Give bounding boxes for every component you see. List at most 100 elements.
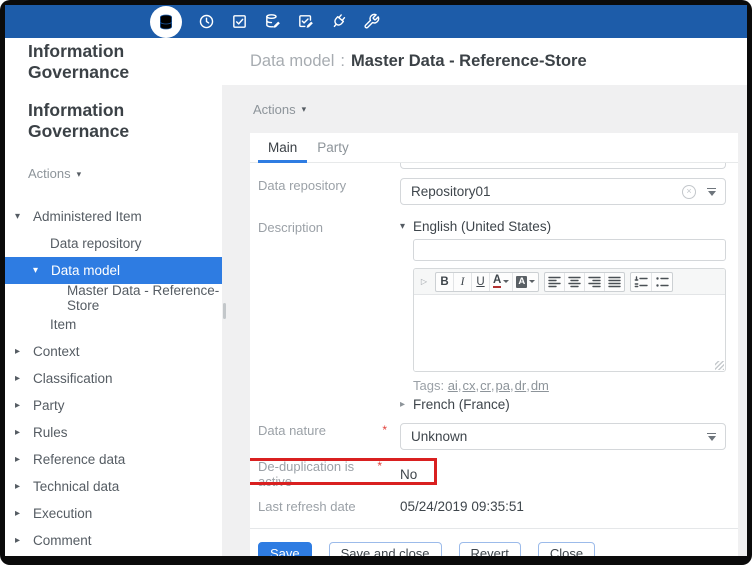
chevron-down-icon — [503, 280, 509, 283]
tag-link[interactable]: dm — [531, 378, 549, 393]
ordered-list-icon[interactable] — [631, 273, 652, 291]
tag-link[interactable]: pa — [496, 378, 515, 393]
chevron-down-icon: ▾ — [302, 104, 307, 115]
align-right-icon[interactable] — [585, 273, 605, 291]
breadcrumb: Data model:Master Data - Reference-Store — [250, 52, 587, 71]
sidebar-item-execution[interactable]: ▸ Execution — [5, 500, 222, 527]
field-label: Description — [258, 219, 400, 412]
tag-link[interactable]: dr — [515, 378, 531, 393]
sidebar-item-context[interactable]: ▸ Context — [5, 338, 222, 365]
sidebar-item-item[interactable]: Item — [5, 311, 222, 338]
language-group-english[interactable]: ▾ English (United States) — [400, 219, 726, 234]
tag-link[interactable]: cx — [462, 378, 480, 393]
chevron-right-icon: ▸ — [15, 427, 28, 438]
chevron-down-icon: ▾ — [15, 211, 28, 222]
field-row-dedup: De-duplication is active * No — [258, 462, 730, 486]
breadcrumb-separator: : — [340, 52, 345, 70]
field-label: De-duplication is active * — [258, 459, 400, 489]
required-asterisk: * — [377, 459, 382, 489]
sidebar-item-data-repository[interactable]: Data repository — [5, 230, 222, 257]
rich-text-toolbar: ▷ B I U A A — [414, 269, 725, 295]
app-window: Information Governance Data model:Master… — [5, 5, 747, 556]
list-button-group — [630, 272, 673, 292]
chevron-right-icon: ▸ — [15, 346, 28, 357]
italic-button[interactable]: I — [454, 273, 472, 291]
field-label: Data nature * — [258, 423, 400, 450]
clear-icon[interactable]: × — [682, 185, 696, 199]
record-form: Data repository Repository01 × — [250, 163, 738, 556]
sidebar-actions-menu[interactable]: Actions ▾ — [28, 166, 222, 181]
database-edit-icon[interactable] — [264, 13, 281, 30]
field-row-description: Description ▾ English (United States) ▷ — [258, 219, 730, 412]
description-rich-text-area[interactable] — [414, 295, 725, 371]
scrolled-field-bottom-edge[interactable] — [400, 163, 726, 169]
tag-link[interactable]: cr — [480, 378, 495, 393]
tab-main[interactable]: Main — [258, 133, 307, 162]
sidebar-item-classification[interactable]: ▸ Classification — [5, 365, 222, 392]
align-justify-icon[interactable] — [605, 273, 624, 291]
sidebar-item-administered-item[interactable]: ▾ Administered Item — [5, 203, 222, 230]
top-toolbar — [5, 5, 747, 38]
checklist-icon[interactable] — [231, 13, 248, 30]
highlight-color-button[interactable]: A — [513, 273, 538, 291]
dedup-value: No — [400, 467, 726, 482]
sidebar-item-party[interactable]: ▸ Party — [5, 392, 222, 419]
sidebar-item-reference-data[interactable]: ▸ Reference data — [5, 446, 222, 473]
record-form-card: Main Party Data repository — [250, 133, 738, 556]
sidebar-item-master-data-reference-store[interactable]: Master Data - Reference-Store — [5, 284, 222, 311]
sidebar-item-technical-data[interactable]: ▸ Technical data — [5, 473, 222, 500]
plug-icon[interactable] — [330, 13, 347, 30]
main-actions-menu[interactable]: Actions ▾ — [222, 85, 747, 133]
font-color-button[interactable]: A — [490, 273, 513, 291]
clock-icon[interactable] — [198, 13, 215, 30]
sidebar-item-history[interactable]: ▸ History — [5, 554, 222, 556]
navigation-tree: ▾ Administered Item Data repository ▾ Da… — [5, 203, 222, 556]
editor-expand-icon[interactable]: ▷ — [418, 277, 430, 286]
bold-button[interactable]: B — [436, 273, 454, 291]
description-short-input[interactable] — [413, 239, 726, 261]
checklist-edit-icon[interactable] — [297, 13, 314, 30]
save-button[interactable]: Save — [258, 542, 312, 556]
revert-button[interactable]: Revert — [459, 542, 521, 556]
rich-text-editor: ▷ B I U A A — [413, 268, 726, 372]
bullet-list-icon[interactable] — [652, 273, 672, 291]
data-repository-combobox[interactable]: Repository01 × — [400, 178, 726, 205]
wrench-icon[interactable] — [363, 13, 380, 30]
chevron-down-icon: ▾ — [77, 169, 82, 180]
align-center-icon[interactable] — [565, 273, 585, 291]
sidebar-item-comment[interactable]: ▸ Comment — [5, 527, 222, 554]
page-title: Information Governance — [5, 41, 227, 83]
header-band: Information Governance Data model:Master… — [5, 38, 747, 85]
data-nature-select[interactable]: Unknown — [400, 423, 726, 450]
field-label: Last refresh date — [258, 499, 400, 514]
form-buttons: Save Save and close Revert Close — [258, 529, 730, 556]
tab-party[interactable]: Party — [307, 133, 359, 162]
chevron-right-icon: ▸ — [15, 454, 28, 465]
last-refresh-value: 05/24/2019 09:35:51 — [400, 499, 726, 514]
database-icon[interactable] — [150, 6, 182, 38]
sidebar-item-data-model[interactable]: ▾ Data model — [5, 257, 222, 284]
tag-link[interactable]: ai — [448, 378, 463, 393]
format-button-group: B I U A A — [435, 272, 539, 292]
language-group-french[interactable]: ▸ French (France) — [400, 396, 726, 412]
chevron-right-icon: ▸ — [15, 400, 28, 411]
sidebar-title: Information Governance — [5, 100, 222, 142]
close-button[interactable]: Close — [538, 542, 595, 556]
sidebar-scrollbar-thumb[interactable] — [223, 303, 226, 319]
save-and-close-button[interactable]: Save and close — [329, 542, 442, 556]
breadcrumb-object-name: Master Data - Reference-Store — [351, 52, 587, 70]
tab-bar: Main Party — [250, 133, 738, 163]
resize-handle[interactable] — [715, 361, 724, 370]
chevron-down-icon[interactable] — [707, 433, 716, 441]
chevron-down-icon[interactable] — [707, 188, 716, 196]
field-row-last-refresh: Last refresh date 05/24/2019 09:35:51 — [258, 499, 730, 514]
chevron-down-icon — [529, 280, 535, 283]
underline-button[interactable]: U — [472, 273, 490, 291]
required-asterisk: * — [382, 423, 387, 450]
sidebar-item-rules[interactable]: ▸ Rules — [5, 419, 222, 446]
align-left-icon[interactable] — [545, 273, 565, 291]
main-actions-label: Actions — [253, 102, 296, 117]
tags-label: Tags: — [413, 378, 444, 393]
chevron-right-icon: ▸ — [15, 481, 28, 492]
sidebar-actions-label: Actions — [28, 166, 71, 181]
